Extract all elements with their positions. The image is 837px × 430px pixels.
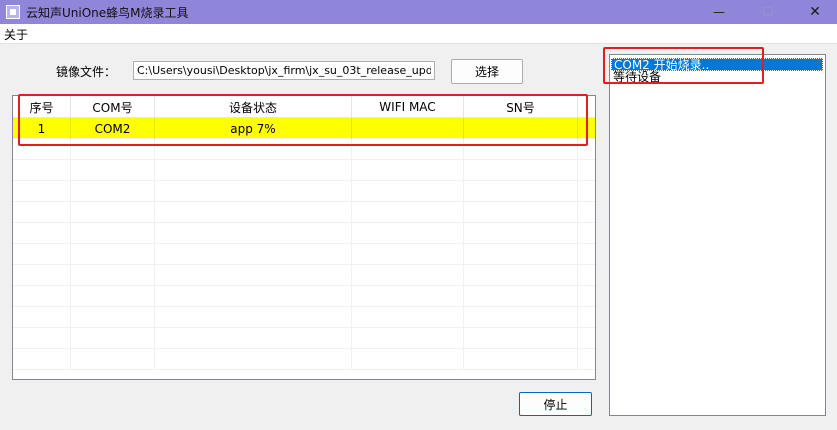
empty-row <box>13 349 595 370</box>
empty-row <box>13 139 595 160</box>
table-header: 序号 COM号 设备状态 WIFI MAC SN号 <box>13 96 595 118</box>
image-file-label: 镜像文件： <box>56 65 117 79</box>
empty-row <box>13 202 595 223</box>
empty-row <box>13 286 595 307</box>
menu-bar: 关于 <box>0 24 837 44</box>
column-header-index[interactable]: 序号 <box>13 96 71 118</box>
empty-row <box>13 307 595 328</box>
column-header-status[interactable]: 设备状态 <box>155 96 352 118</box>
window-title: 云知声UniOne蜂鸟M烧录工具 <box>26 6 189 20</box>
cell-com: COM2 <box>71 118 155 139</box>
cell-sn <box>464 118 578 139</box>
empty-row <box>13 181 595 202</box>
empty-row <box>13 265 595 286</box>
log-list[interactable]: COM2 开始烧录.. 等待设备 <box>609 54 826 416</box>
empty-row <box>13 160 595 181</box>
column-header-sn[interactable]: SN号 <box>464 96 578 118</box>
maximize-button[interactable]: ☐ <box>745 0 791 24</box>
column-header-com[interactable]: COM号 <box>71 96 155 118</box>
stop-button[interactable]: 停止 <box>519 392 592 416</box>
cell-status: app 7% <box>155 118 352 139</box>
table-row[interactable]: 1 COM2 app 7% <box>13 118 595 139</box>
select-file-button[interactable]: 选择 <box>451 59 523 84</box>
empty-row <box>13 244 595 265</box>
column-header-wifi-mac[interactable]: WIFI MAC <box>352 96 464 118</box>
menu-about[interactable]: 关于 <box>4 26 28 43</box>
image-path-input[interactable] <box>133 61 435 80</box>
minimize-button[interactable]: — <box>696 0 742 24</box>
empty-row <box>13 223 595 244</box>
app-icon <box>6 5 20 19</box>
title-bar: 云知声UniOne蜂鸟M烧录工具 — ☐ ✕ <box>0 0 837 24</box>
empty-row <box>13 328 595 349</box>
device-table: 序号 COM号 设备状态 WIFI MAC SN号 1 COM2 app 7% <box>12 95 596 380</box>
close-button[interactable]: ✕ <box>792 0 837 24</box>
cell-wifi-mac <box>352 118 464 139</box>
cell-index: 1 <box>13 118 71 139</box>
log-item[interactable]: 等待设备 <box>611 71 823 84</box>
